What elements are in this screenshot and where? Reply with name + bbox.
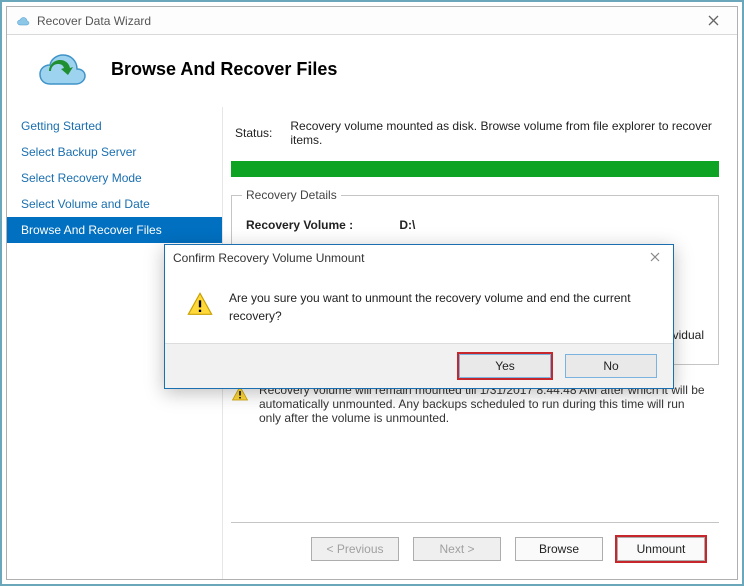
page-title: Browse And Recover Files	[111, 59, 337, 80]
titlebar: Recover Data Wizard	[7, 7, 737, 35]
recovery-volume-value: D:\	[399, 218, 415, 232]
previous-button: < Previous	[311, 537, 399, 561]
dialog-footer: Yes No	[165, 343, 673, 388]
confirm-unmount-dialog: Confirm Recovery Volume Unmount Are you …	[164, 244, 674, 389]
header: Browse And Recover Files	[7, 35, 737, 107]
yes-button[interactable]: Yes	[459, 354, 551, 378]
warning-icon	[185, 291, 215, 319]
status-text: Recovery volume mounted as disk. Browse …	[290, 119, 719, 147]
recovery-volume-label: Recovery Volume :	[246, 218, 396, 232]
sidebar-item-browse-recover[interactable]: Browse And Recover Files	[7, 217, 222, 243]
note-text: Recovery volume will remain mounted till…	[259, 383, 709, 425]
browse-button[interactable]: Browse	[515, 537, 603, 561]
dialog-titlebar: Confirm Recovery Volume Unmount	[165, 245, 673, 271]
details-box-label: Recovery Details	[242, 188, 341, 202]
dialog-title: Confirm Recovery Volume Unmount	[173, 251, 645, 265]
window-title: Recover Data Wizard	[37, 14, 693, 28]
unmount-button[interactable]: Unmount	[617, 537, 705, 561]
app-cloud-icon	[15, 13, 31, 29]
note-block: Recovery volume will remain mounted till…	[231, 383, 719, 425]
recovery-volume-row: Recovery Volume : D:\	[246, 218, 704, 232]
dialog-message: Are you sure you want to unmount the rec…	[229, 289, 653, 325]
status-row: Status: Recovery volume mounted as disk.…	[231, 115, 719, 161]
sidebar-item-recovery-mode[interactable]: Select Recovery Mode	[7, 165, 222, 191]
window-close-icon[interactable]	[693, 7, 733, 34]
progress-bar	[231, 161, 719, 177]
wizard-window: Recover Data Wizard Browse And Recover F…	[6, 6, 738, 580]
no-button[interactable]: No	[565, 354, 657, 378]
next-button: Next >	[413, 537, 501, 561]
dialog-body: Are you sure you want to unmount the rec…	[165, 271, 673, 343]
status-label: Status:	[235, 126, 272, 140]
sidebar-item-volume-date[interactable]: Select Volume and Date	[7, 191, 222, 217]
dialog-close-icon[interactable]	[645, 251, 665, 265]
footer-buttons: < Previous Next > Browse Unmount	[231, 523, 719, 579]
cloud-restore-icon	[27, 47, 91, 91]
sidebar-item-getting-started[interactable]: Getting Started	[7, 113, 222, 139]
sidebar-item-backup-server[interactable]: Select Backup Server	[7, 139, 222, 165]
